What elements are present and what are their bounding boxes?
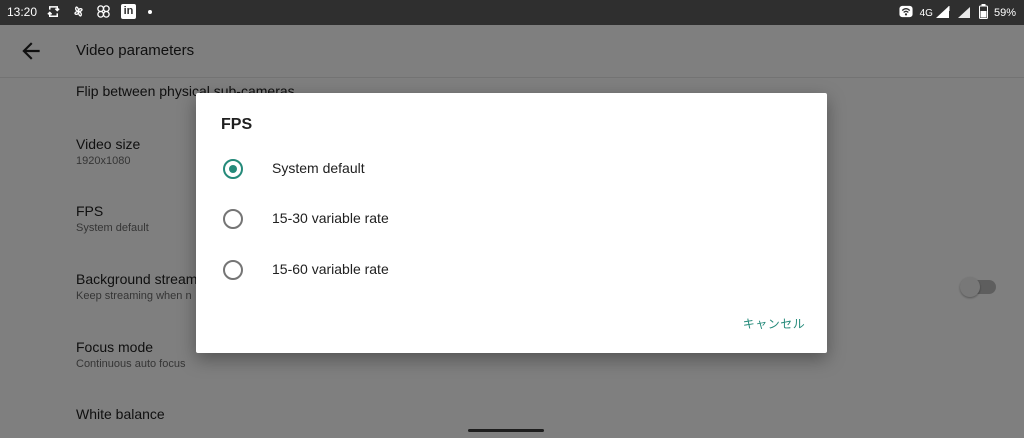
status-bar: 13:20 in 4G 59%	[0, 0, 1024, 25]
network-type-label: 4G	[919, 7, 933, 19]
radio-selected-icon[interactable]	[223, 159, 243, 179]
option-15-60-variable[interactable]: 15-60 variable rate	[196, 246, 827, 292]
option-system-default[interactable]: System default	[196, 145, 827, 191]
system-icons: 4G 59%	[898, 4, 1016, 22]
option-label: 15-30 variable rate	[272, 210, 389, 226]
radio-unselected-icon[interactable]	[223, 209, 243, 229]
pinwheel-alt-icon	[96, 4, 111, 19]
signal-secondary-icon	[957, 5, 973, 22]
fps-dialog: FPS System default 15-30 variable rate 1…	[196, 93, 827, 353]
option-label: System default	[272, 160, 365, 176]
battery-icon	[978, 4, 988, 22]
battery-percent: 59%	[993, 7, 1016, 19]
cancel-button[interactable]: キャンセル	[734, 309, 814, 339]
wifi-calling-icon	[898, 4, 914, 22]
screen: 13:20 in 4G 59% FPS System default 15-30…	[0, 0, 1024, 438]
radio-unselected-icon[interactable]	[223, 260, 243, 280]
pinwheel-icon	[71, 4, 86, 19]
sync-icon	[46, 4, 61, 19]
option-label: 15-60 variable rate	[272, 261, 389, 277]
signal-icon	[935, 5, 951, 22]
dot-icon	[148, 9, 152, 14]
linkedin-icon: in	[121, 4, 136, 19]
status-time: 13:20	[7, 5, 38, 19]
notification-icons: in	[46, 4, 152, 19]
option-15-30-variable[interactable]: 15-30 variable rate	[196, 195, 827, 241]
dialog-title: FPS	[221, 116, 253, 133]
